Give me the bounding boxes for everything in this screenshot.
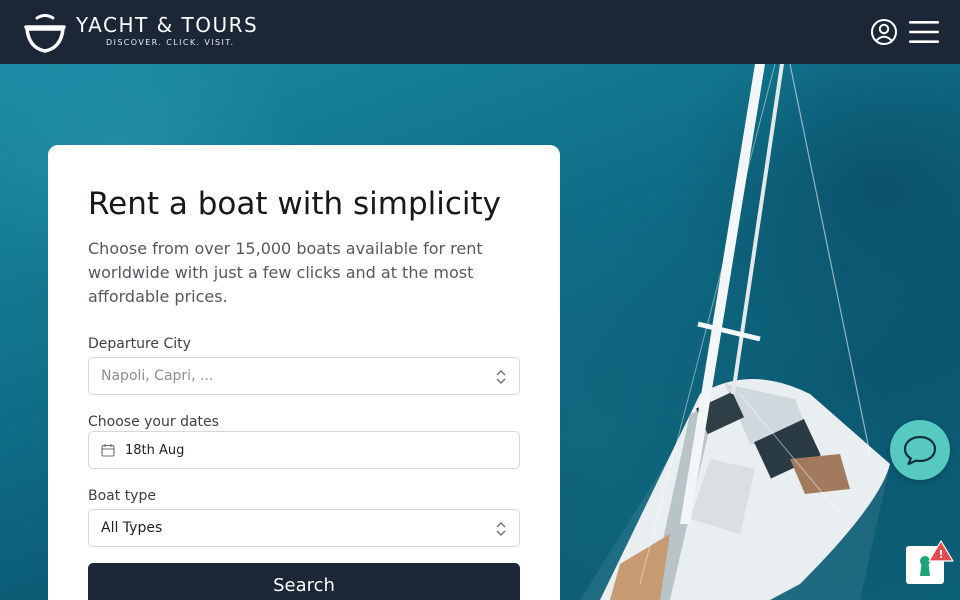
page-description: Choose from over 15,000 boats available … [88,239,483,306]
alert-warning-icon: ! [928,540,954,562]
hamburger-menu-icon[interactable] [908,20,940,44]
departure-city-select[interactable]: Napoli, Capri, ... [88,357,520,395]
chevron-updown-icon [496,370,506,384]
user-account-icon[interactable] [870,18,898,46]
chat-bubble-icon [903,435,937,466]
chat-button[interactable] [890,420,950,480]
departure-city-placeholder: Napoli, Capri, ... [101,368,214,384]
brand-name[interactable]: YACHT & TOURS [76,13,258,37]
brand-tagline: DISCOVER. CLICK. VISIT. [106,38,235,47]
boat-type-value: All Types [101,520,163,536]
page-title: Rent a boat with simplicity [88,186,502,222]
calendar-icon [101,444,115,457]
departure-city-label: Departure City [88,336,191,352]
boat-type-label: Boat type [88,488,156,504]
dates-label: Choose your dates [88,414,219,430]
search-button[interactable]: Search [88,563,520,600]
chevron-updown-icon [496,522,506,536]
selected-date: 18th Aug [125,442,185,458]
boat-search-card: Rent a boat with simplicity Choose from … [48,145,560,600]
boat-type-select[interactable]: All Types [88,509,520,547]
boat-logo-icon[interactable] [24,12,66,54]
catamaran-image [580,64,890,600]
top-navbar: YACHT & TOURS DISCOVER. CLICK. VISIT. [0,0,960,64]
date-picker-field[interactable]: 18th Aug [88,431,520,469]
alert-text: ! [938,548,943,561]
